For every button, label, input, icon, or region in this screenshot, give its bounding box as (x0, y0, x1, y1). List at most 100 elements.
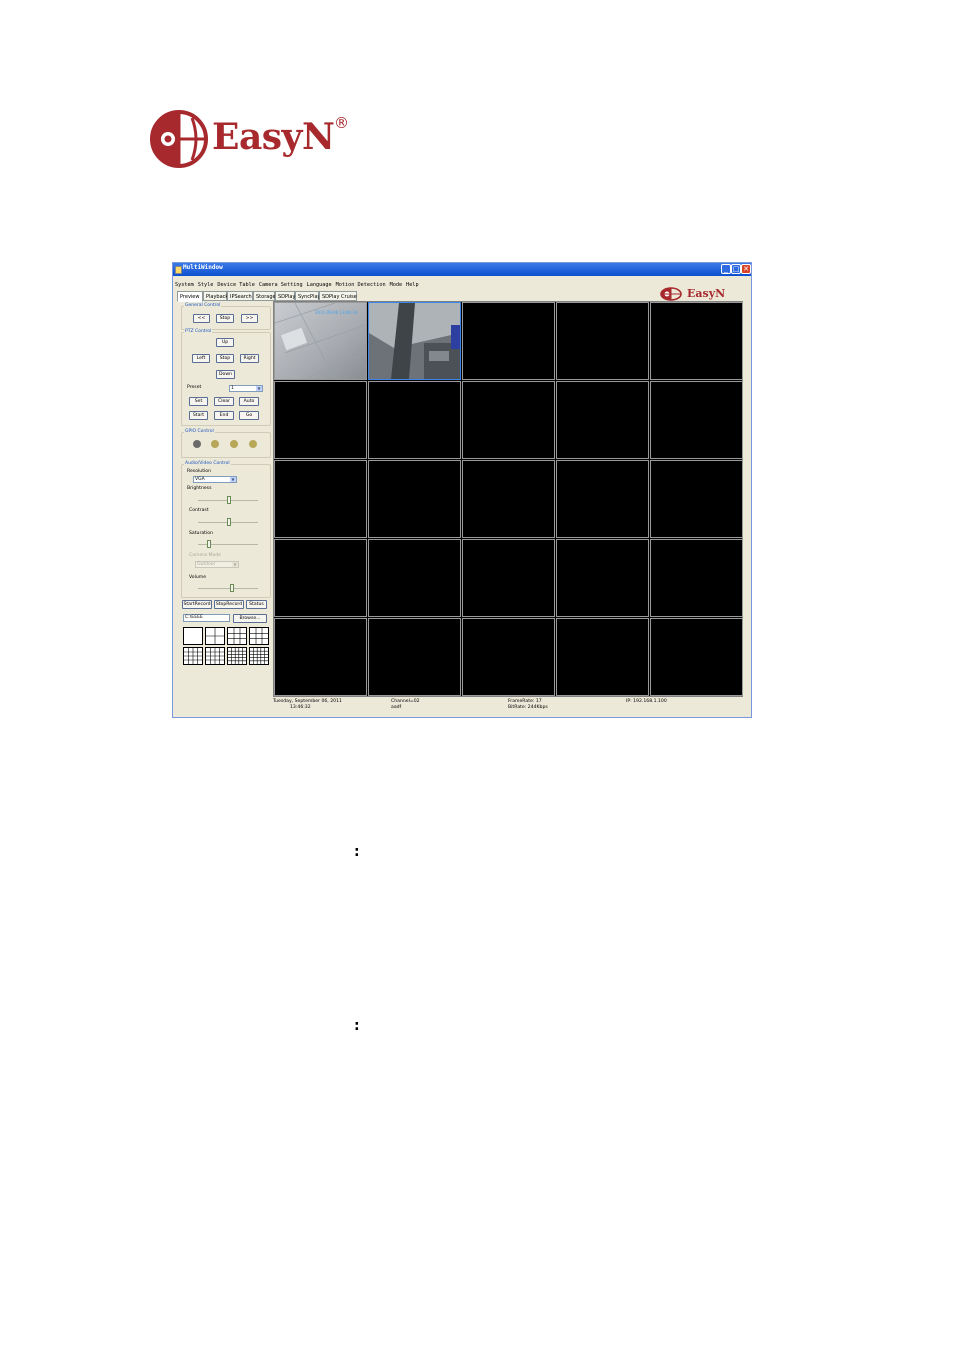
layout-4-button[interactable] (205, 627, 225, 645)
menu-item-style[interactable]: Style (198, 282, 214, 288)
brightness-label: Brightness (187, 486, 212, 491)
preset-clear-button[interactable]: Clear (214, 397, 234, 406)
gpio-indicator-3[interactable] (230, 440, 238, 448)
ptz-left-button[interactable]: Left (192, 354, 210, 363)
video-cell-5[interactable] (650, 302, 743, 380)
title-bar[interactable]: MultiWindow _ □ ✕ (173, 263, 751, 276)
preset-select[interactable]: 1 ▼ (229, 385, 263, 392)
tab-sdplay[interactable]: SDPlay (275, 291, 295, 301)
video-cell-23[interactable] (462, 618, 555, 696)
video-cell-20[interactable] (650, 539, 743, 617)
video-cell-8[interactable] (462, 381, 555, 459)
ptz-right-button[interactable]: Right (240, 354, 259, 363)
video-cell-25[interactable] (650, 618, 743, 696)
video-cell-16[interactable] (274, 539, 367, 617)
video-cell-19[interactable] (556, 539, 649, 617)
menu-bar: System Style Device Table Camera Setting Lan… (173, 276, 751, 288)
video-cell-13[interactable] (462, 460, 555, 538)
gpio-indicator-2[interactable] (211, 440, 219, 448)
ptz-up-button[interactable]: Up (216, 338, 234, 347)
video-cell-24[interactable] (556, 618, 649, 696)
ptz-stop-button[interactable]: Stop (216, 354, 234, 363)
resolution-select[interactable]: VGA ▼ (193, 476, 237, 483)
ptz-down-button[interactable]: Down (216, 370, 235, 379)
app-window: MultiWindow _ □ ✕ System Style Device Tabl… (172, 262, 752, 718)
cruise-go-button[interactable]: Go (239, 411, 259, 420)
camera-mode-select[interactable]: Outdoor ▼ (195, 561, 239, 568)
video-cell-18[interactable] (462, 539, 555, 617)
cruise-start-button[interactable]: Start (189, 411, 208, 420)
video-cell-6[interactable] (274, 381, 367, 459)
browse-button[interactable]: Browse... (233, 614, 267, 623)
grid-layout-icon (228, 628, 246, 644)
video-cell-1[interactable]: 2011-09-06 13:46:34 (274, 302, 367, 380)
record-path-field[interactable]: C:\EEEE (183, 614, 230, 622)
maximize-button[interactable]: □ (731, 264, 741, 274)
app-icon (175, 266, 182, 274)
tab-playback[interactable]: Playback (203, 291, 228, 301)
menu-item-system[interactable]: System (175, 282, 194, 288)
grid-layout-icon (206, 628, 224, 644)
stop-general-button[interactable]: Stop (216, 314, 234, 323)
video-cell-4[interactable] (556, 302, 649, 380)
volume-slider[interactable] (229, 584, 234, 592)
page-colon-1: : (354, 844, 360, 860)
menu-item-device-table[interactable]: Device Table (217, 282, 254, 288)
video-cell-17[interactable] (368, 539, 461, 617)
contrast-label: Contrast (189, 508, 209, 513)
menu-item-motion-detection[interactable]: Motion Detection (336, 282, 386, 288)
video-cell-11[interactable] (274, 460, 367, 538)
close-button[interactable]: ✕ (741, 264, 751, 274)
layout-9-button[interactable] (249, 627, 269, 645)
preset-set-button[interactable]: Set (189, 397, 208, 406)
brightness-slider[interactable] (227, 496, 231, 504)
video-cell-15[interactable] (650, 460, 743, 538)
video-cell-14[interactable] (556, 460, 649, 538)
video-cell-7[interactable] (368, 381, 461, 459)
cruise-end-button[interactable]: End (214, 411, 234, 420)
minimize-button[interactable]: _ (721, 264, 731, 274)
gpio-indicator-4[interactable] (249, 440, 257, 448)
layout-20-button[interactable] (227, 647, 247, 665)
layout-13-button[interactable] (183, 647, 203, 665)
preset-auto-button[interactable]: Auto (239, 397, 259, 406)
start-record-button[interactable]: StartRecord (182, 600, 212, 609)
stop-record-button[interactable]: StopRecord (214, 600, 244, 609)
tab-ipsearch[interactable]: IPSearch (227, 291, 253, 301)
video-cell-9[interactable] (556, 381, 649, 459)
tab-storage[interactable]: Storage (253, 291, 276, 301)
tab-sdplay-cruise[interactable]: SDPlay Cruise (319, 291, 357, 301)
video-cell-2[interactable] (368, 302, 461, 380)
layout-25-button[interactable] (249, 647, 269, 665)
menu-item-help[interactable]: Help (406, 282, 419, 288)
av-control-label: Audio/Video Control (184, 461, 231, 466)
chevron-down-icon: ▼ (232, 562, 238, 567)
tab-preview[interactable]: Preview (177, 291, 203, 302)
video-cell-12[interactable] (368, 460, 461, 538)
saturation-slider[interactable] (206, 540, 211, 548)
video-cell-10[interactable] (650, 381, 743, 459)
tab-syncplay[interactable]: SyncPlay (295, 291, 320, 301)
status-time: 13:46:32 (290, 705, 311, 710)
video-cell-22[interactable] (368, 618, 461, 696)
window-title: MultiWindow (183, 264, 223, 271)
contrast-slider[interactable] (227, 518, 231, 526)
menu-item-language[interactable]: Language (307, 282, 332, 288)
window-brand-text: EasyN (687, 287, 726, 300)
previous-button[interactable]: << (193, 314, 210, 323)
gpio-indicator-1[interactable] (193, 440, 201, 448)
layout-16-button[interactable] (205, 647, 225, 665)
next-button[interactable]: >> (241, 314, 258, 323)
grid-layout-icon (228, 648, 246, 664)
saturation-label: Saturation (189, 531, 213, 536)
layout-1-button[interactable] (183, 627, 203, 645)
layout-6-button[interactable] (227, 627, 247, 645)
video-cell-3[interactable] (462, 302, 555, 380)
registered-mark: ® (334, 114, 349, 132)
feed-timestamp: 2011-09-06 13:46:34 (315, 310, 358, 315)
menu-item-camera-setting[interactable]: Camera Setting (259, 282, 303, 288)
video-grid: 2011-09-06 13:46:34 (273, 301, 743, 697)
menu-item-mode[interactable]: Mode (390, 282, 403, 288)
video-cell-21[interactable] (274, 618, 367, 696)
status-button[interactable]: Status (246, 600, 267, 609)
